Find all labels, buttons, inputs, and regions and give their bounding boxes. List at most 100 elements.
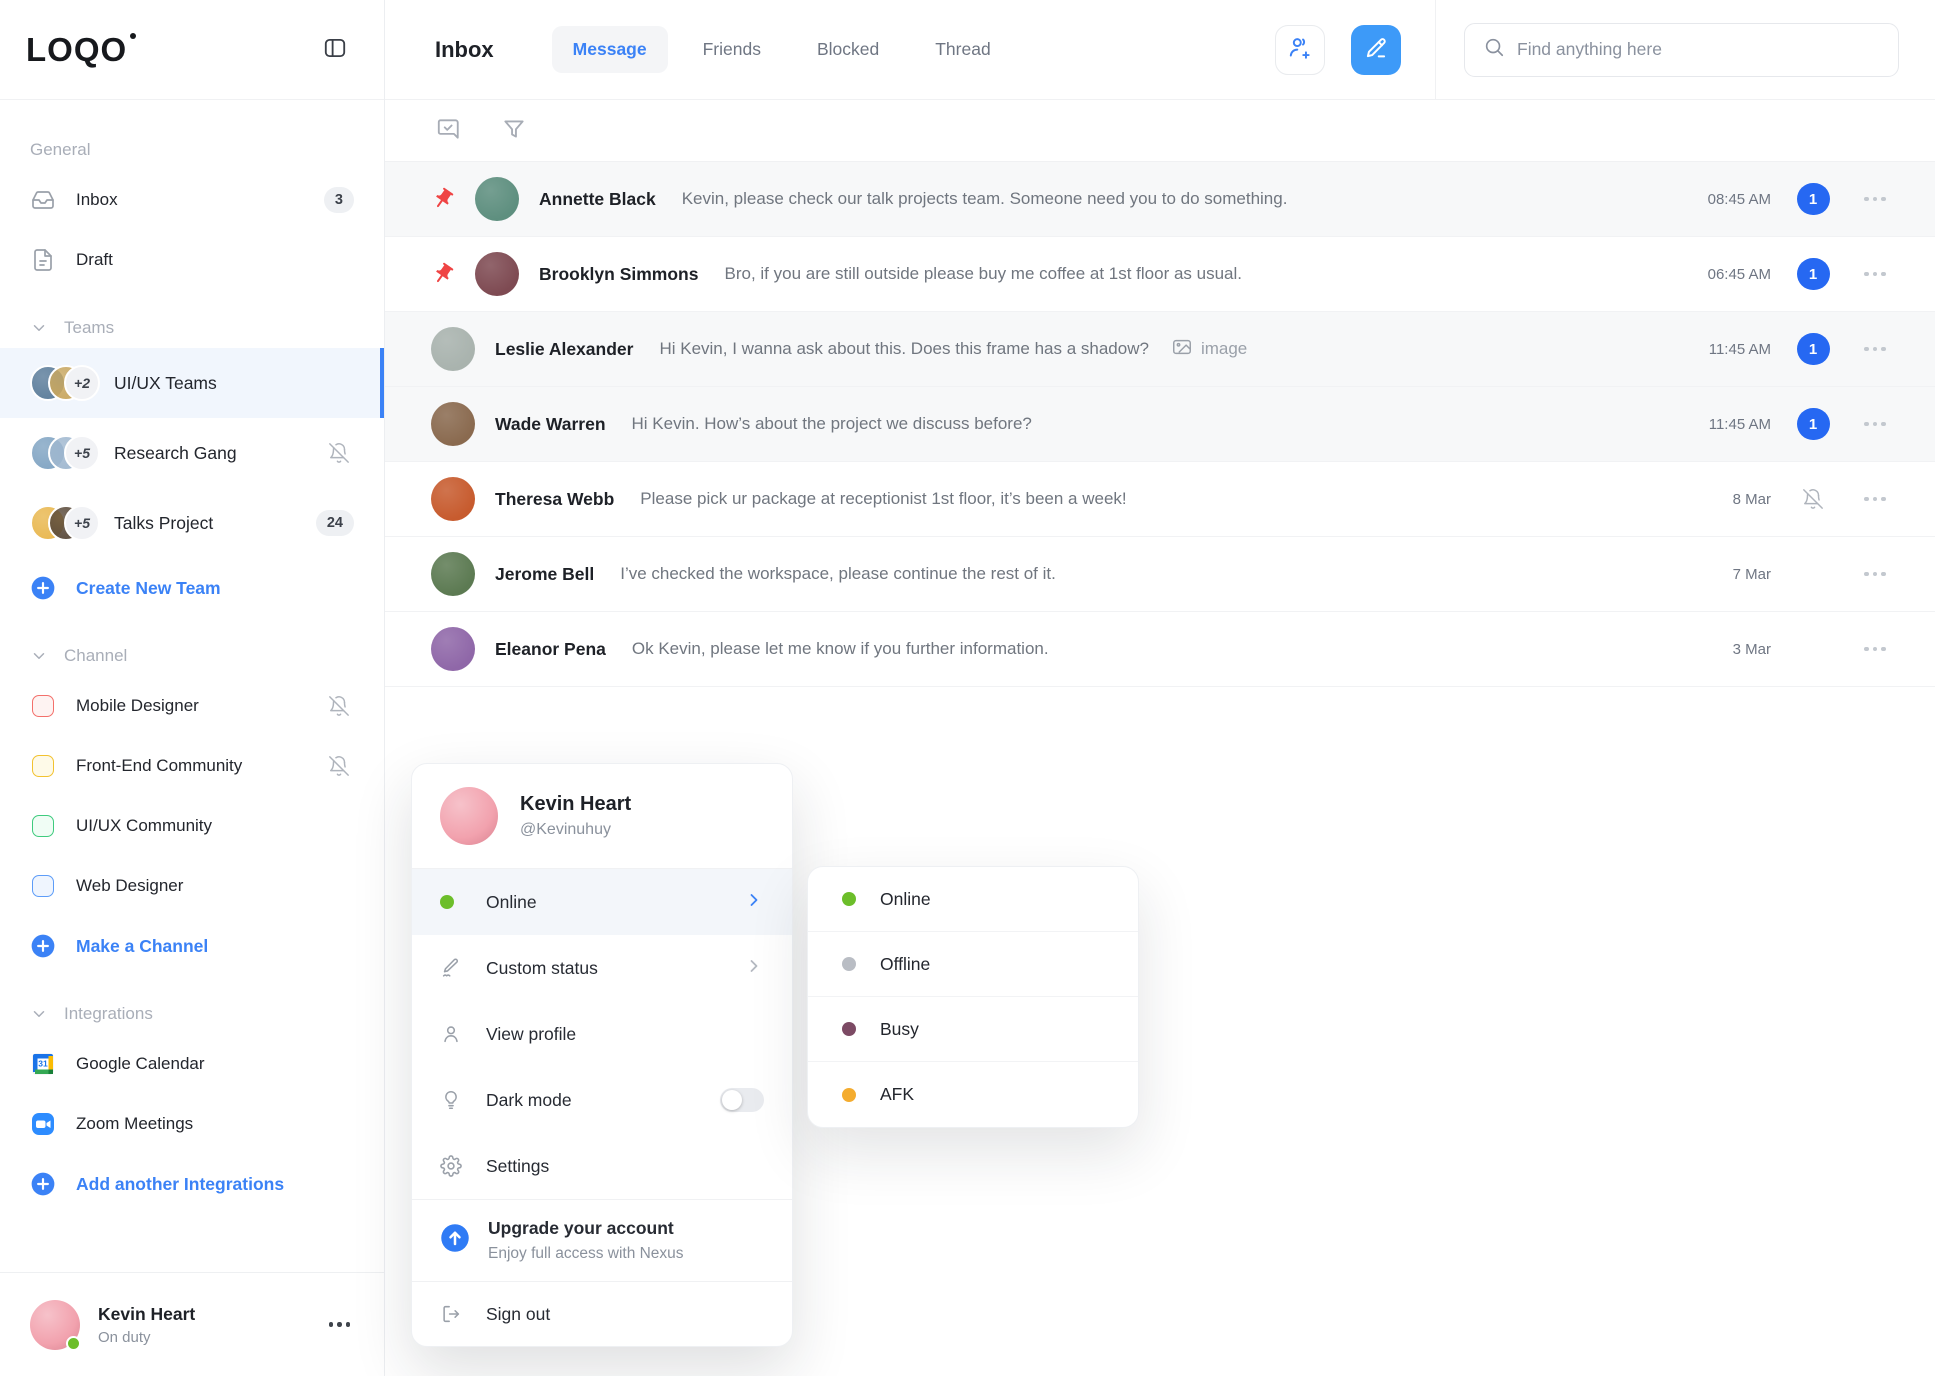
message-time: 3 Mar xyxy=(1693,641,1771,658)
create-new-team-link[interactable]: Create New Team xyxy=(0,558,384,618)
channels-list: Mobile DesignerFront-End CommunityUI/UX … xyxy=(0,676,384,916)
attachment-chip[interactable]: image xyxy=(1171,336,1247,363)
sidebar-item-draft[interactable]: Draft xyxy=(0,230,384,290)
user-more-button[interactable] xyxy=(325,1318,355,1331)
filter-button[interactable] xyxy=(497,112,531,149)
message-preview: I’ve checked the workspace, please conti… xyxy=(620,564,1056,584)
message-row[interactable]: Brooklyn SimmonsBro, if you are still ou… xyxy=(385,237,1935,312)
list-toolbar xyxy=(385,100,1935,162)
sidebar-item-integration[interactable]: Zoom Meetings xyxy=(0,1094,384,1154)
message-more-button[interactable] xyxy=(1855,197,1895,202)
message-more-button[interactable] xyxy=(1855,572,1895,577)
message-row[interactable]: Wade WarrenHi Kevin. How’s about the pro… xyxy=(385,387,1935,462)
message-more-button[interactable] xyxy=(1855,272,1895,277)
person-icon xyxy=(440,1023,468,1045)
profile-menu: Kevin Heart @Kevinuhuy Online Custom sta… xyxy=(411,763,793,1347)
status-option-online[interactable]: Online xyxy=(808,867,1138,932)
mark-read-button[interactable] xyxy=(431,112,465,149)
avatar xyxy=(431,477,475,521)
sender-name: Annette Black xyxy=(539,189,656,210)
unread-badge: 1 xyxy=(1795,258,1831,290)
channel-swatch xyxy=(32,875,54,897)
avatar xyxy=(475,252,519,296)
sender-name: Leslie Alexander xyxy=(495,339,633,360)
message-more-button[interactable] xyxy=(1855,422,1895,427)
plus-circle-icon xyxy=(30,575,56,601)
teams-list: +2UI/UX Teams+5Research Gang+5Talks Proj… xyxy=(0,348,384,558)
message-meta: 8 Mar xyxy=(1673,488,1895,510)
pen-squiggle-icon xyxy=(440,957,468,979)
message-more-button[interactable] xyxy=(1855,497,1895,502)
message-meta: 7 Mar xyxy=(1673,566,1895,583)
menu-item-online[interactable]: Online xyxy=(412,869,792,935)
page-title: Inbox xyxy=(435,37,494,63)
compose-pen-icon xyxy=(1363,35,1389,64)
sidebar-item-channel[interactable]: UI/UX Community xyxy=(0,796,384,856)
tabs: Message Friends Blocked Thread xyxy=(552,26,1012,73)
tab-blocked[interactable]: Blocked xyxy=(796,26,900,73)
avatar xyxy=(431,402,475,446)
menu-item-sign-out[interactable]: Sign out xyxy=(412,1282,792,1346)
sidebar-item-label: Google Calendar xyxy=(76,1054,354,1074)
sidebar-toggle-icon xyxy=(322,35,348,64)
menu-item-dark-mode[interactable]: Dark mode xyxy=(412,1067,792,1133)
message-more-button[interactable] xyxy=(1855,347,1895,352)
section-header-channel[interactable]: Channel xyxy=(0,646,384,666)
message-row[interactable]: Leslie AlexanderHi Kevin, I wanna ask ab… xyxy=(385,312,1935,387)
message-meta: 3 Mar xyxy=(1673,641,1895,658)
sidebar-item-label: Research Gang xyxy=(114,443,324,464)
status-option-label: Busy xyxy=(880,1019,919,1040)
message-row[interactable]: Theresa WebbPlease pick ur package at re… xyxy=(385,462,1935,537)
status-option-label: AFK xyxy=(880,1084,914,1105)
status-option-afk[interactable]: AFK xyxy=(808,1062,1138,1127)
tab-message[interactable]: Message xyxy=(552,26,668,73)
section-header-integrations[interactable]: Integrations xyxy=(0,1004,384,1024)
message-meta: 11:45 AM1 xyxy=(1673,408,1895,440)
sender-name: Eleanor Pena xyxy=(495,639,606,660)
sidebar-item-team[interactable]: +5Talks Project24 xyxy=(0,488,384,558)
search-input[interactable] xyxy=(1517,39,1880,60)
section-header-teams[interactable]: Teams xyxy=(0,318,384,338)
sidebar-item-team[interactable]: +2UI/UX Teams xyxy=(0,348,384,418)
sidebar-user-card[interactable]: Kevin Heart On duty xyxy=(0,1272,384,1376)
sidebar-item-channel[interactable]: Web Designer xyxy=(0,856,384,916)
sidebar-item-channel[interactable]: Front-End Community xyxy=(0,736,384,796)
search-box[interactable] xyxy=(1464,23,1899,77)
status-option-busy[interactable]: Busy xyxy=(808,997,1138,1062)
message-row[interactable]: Jerome BellI’ve checked the workspace, p… xyxy=(385,537,1935,612)
menu-item-view-profile[interactable]: View profile xyxy=(412,1001,792,1067)
tab-friends[interactable]: Friends xyxy=(682,26,782,73)
message-preview: Bro, if you are still outside please buy… xyxy=(724,264,1242,284)
avatar xyxy=(431,327,475,371)
sidebar-item-inbox[interactable]: Inbox 3 xyxy=(0,170,384,230)
message-row[interactable]: Eleanor PenaOk Kevin, please let me know… xyxy=(385,612,1935,687)
add-integration-link[interactable]: Add another Integrations xyxy=(0,1154,384,1214)
make-a-channel-link[interactable]: Make a Channel xyxy=(0,916,384,976)
sign-out-icon xyxy=(440,1303,468,1325)
ellipsis-icon xyxy=(329,1322,351,1327)
message-meta: 08:45 AM1 xyxy=(1673,183,1895,215)
tab-thread[interactable]: Thread xyxy=(914,26,1011,73)
inbox-count-badge: 3 xyxy=(324,187,354,213)
sidebar-collapse-button[interactable] xyxy=(318,31,352,68)
sidebar-item-team[interactable]: +5Research Gang xyxy=(0,418,384,488)
section-label-general: General xyxy=(0,140,384,160)
logo-dot xyxy=(130,33,136,39)
dark-mode-toggle[interactable] xyxy=(720,1088,764,1112)
menu-item-upgrade[interactable]: Upgrade your account Enjoy full access w… xyxy=(412,1200,792,1281)
add-friend-button[interactable] xyxy=(1275,25,1325,75)
chevron-down-icon xyxy=(30,319,48,337)
plus-circle-icon xyxy=(30,1171,56,1197)
message-more-button[interactable] xyxy=(1855,647,1895,652)
bell-off-icon xyxy=(324,755,354,777)
compose-button[interactable] xyxy=(1351,25,1401,75)
message-row[interactable]: Annette BlackKevin, please check our tal… xyxy=(385,162,1935,237)
draft-icon xyxy=(30,248,56,272)
app-logo: LOQO xyxy=(26,31,127,69)
message-preview: Hi Kevin. How’s about the project we dis… xyxy=(632,414,1032,434)
sidebar-item-integration[interactable]: 31Google Calendar xyxy=(0,1034,384,1094)
status-option-offline[interactable]: Offline xyxy=(808,932,1138,997)
menu-item-custom-status[interactable]: Custom status xyxy=(412,935,792,1001)
menu-item-settings[interactable]: Settings xyxy=(412,1133,792,1199)
sidebar-item-channel[interactable]: Mobile Designer xyxy=(0,676,384,736)
